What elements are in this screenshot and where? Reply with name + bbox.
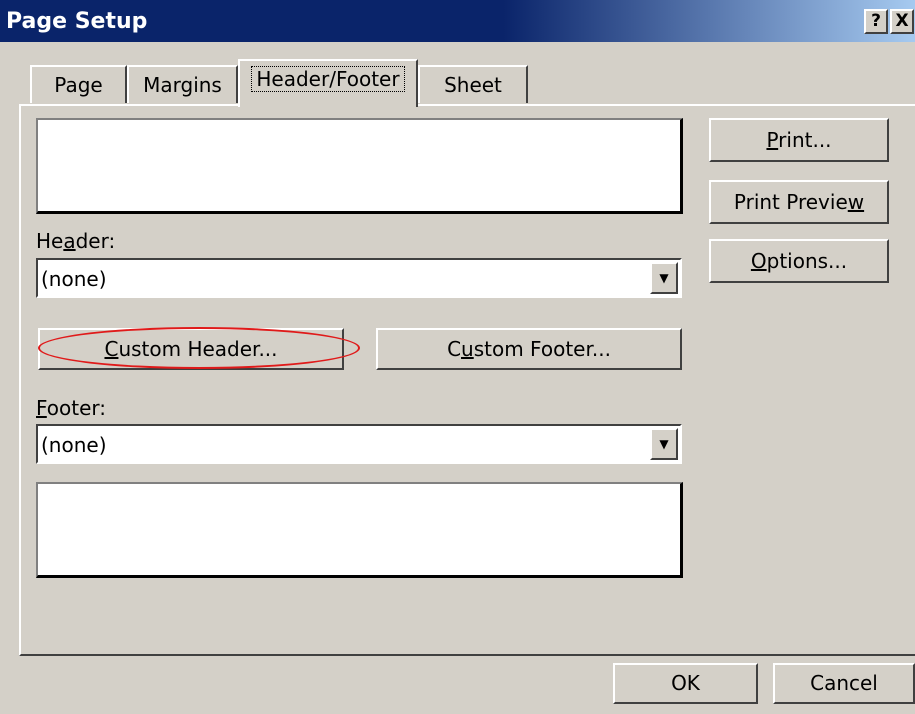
header-preview <box>36 118 683 214</box>
footer-dropdown-button[interactable]: ▼ <box>650 428 678 460</box>
footer-preview <box>36 482 683 578</box>
footer-select-value: (none) <box>41 433 107 457</box>
options-button[interactable]: Options... <box>709 239 889 283</box>
ok-button[interactable]: OK <box>613 663 758 704</box>
header-select-value: (none) <box>41 267 107 291</box>
tab-sheet-label: Sheet <box>444 73 502 97</box>
close-icon: X <box>895 11 909 31</box>
tab-sheet[interactable]: Sheet <box>418 65 528 103</box>
help-icon: ? <box>871 11 881 31</box>
footer-select[interactable]: (none) ▼ <box>36 424 682 464</box>
title-bar: Page Setup ? X <box>0 0 915 42</box>
custom-header-button[interactable]: Custom Header... <box>38 328 344 370</box>
tab-header-footer-label: Header/Footer <box>251 66 405 92</box>
header-select[interactable]: (none) ▼ <box>36 258 682 298</box>
tab-margins-label: Margins <box>143 73 222 97</box>
close-button[interactable]: X <box>890 9 914 34</box>
triangle-down-icon: ▼ <box>659 437 669 451</box>
tab-header-footer[interactable]: Header/Footer <box>238 59 418 107</box>
tab-margins[interactable]: Margins <box>127 65 238 103</box>
header-label: Header: <box>36 229 116 253</box>
header-dropdown-button[interactable]: ▼ <box>650 262 678 294</box>
custom-footer-button[interactable]: Custom Footer... <box>376 328 682 370</box>
triangle-down-icon: ▼ <box>659 271 669 285</box>
print-button[interactable]: Print... <box>709 118 889 162</box>
footer-label: Footer: <box>36 396 107 420</box>
window-title: Page Setup <box>6 9 148 34</box>
tab-page[interactable]: Page <box>30 65 127 103</box>
help-button[interactable]: ? <box>864 9 888 34</box>
cancel-button[interactable]: Cancel <box>773 663 915 704</box>
print-preview-button[interactable]: Print Preview <box>709 180 889 224</box>
tab-page-label: Page <box>54 73 103 97</box>
